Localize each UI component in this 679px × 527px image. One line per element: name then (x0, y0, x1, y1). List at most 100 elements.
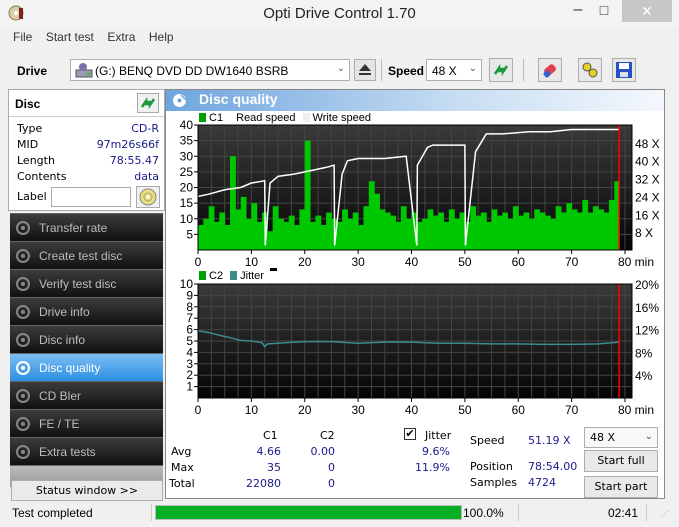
menu-extra[interactable]: Extra (102, 27, 140, 47)
x-tick-label: 10 (245, 403, 259, 417)
save-button[interactable] (612, 58, 636, 82)
menu-file[interactable]: File (8, 27, 37, 47)
minimize-button[interactable]: – (565, 0, 591, 22)
c1-bar (358, 225, 364, 250)
c1-bar (454, 218, 461, 250)
sidebar-item-create-test-disc[interactable]: Create test disc (10, 241, 163, 269)
sidebar-item-verify-test-disc[interactable]: Verify test disc (10, 269, 163, 297)
c1-bar (502, 212, 509, 250)
jitter-chart: 123456789100 10 20 30 40 50 60 70 80 min4%8%12%1… (180, 277, 660, 417)
status-bar: Test completed 100.0% 02:41 ⋰ (8, 503, 671, 523)
total-c1: 22080 (246, 477, 281, 490)
y-right-tick-label: 20% (635, 278, 659, 292)
c1-bar (283, 221, 290, 250)
drive-select[interactable]: (G:) BENQ DVD DD DW1640 BSRB ⌄ (70, 59, 350, 81)
disc-refresh-button[interactable] (137, 93, 159, 113)
disc-icon (16, 277, 30, 291)
c1-bar (294, 225, 300, 250)
c1-bar (235, 209, 242, 250)
sidebar-item-label: Disc info (39, 333, 86, 347)
sidebar-item-label: Drive info (39, 305, 90, 319)
save-icon (616, 62, 632, 78)
y-right-tick-label: 24 X (635, 190, 660, 204)
menu-start-test[interactable]: Start test (41, 27, 99, 47)
menu-help[interactable]: Help (144, 27, 179, 47)
erase-button[interactable] (538, 58, 562, 82)
close-button[interactable]: ✕ (622, 0, 672, 22)
settings-button[interactable] (578, 58, 602, 82)
resize-grip-icon[interactable]: ⋰ (661, 509, 669, 518)
c1-bar (203, 218, 210, 250)
c1-bar (230, 156, 236, 250)
max-jitter: 11.9% (415, 461, 450, 474)
disc-quality-panel: Disc quality C1 Read speed Write speed 5… (165, 89, 665, 499)
test-speed-select[interactable]: 48 X ⌄ (584, 427, 658, 448)
c1-bar (240, 196, 247, 250)
sidebar-item-drive-info[interactable]: Drive info (10, 297, 163, 325)
cd-icon (139, 188, 157, 206)
c1-bar (256, 221, 263, 250)
disc-icon (16, 305, 30, 319)
refresh-icon (140, 96, 156, 110)
status-window-button[interactable]: Status window >> (11, 480, 163, 501)
col-header-jitter: Jitter (425, 429, 452, 442)
x-tick-label: 0 (195, 255, 202, 269)
c1-bar (251, 203, 258, 250)
sidebar-item-fe-te[interactable]: FE / TE (10, 409, 163, 437)
speed-label: Speed (388, 64, 425, 78)
c1-bar (390, 215, 396, 250)
sidebar-item-label: Verify test disc (39, 277, 117, 291)
c1-bar (608, 200, 615, 250)
disc-title: Disc (15, 97, 41, 111)
y-tick-label: 35 (180, 134, 194, 148)
sidebar-item-extra-tests[interactable]: Extra tests (10, 437, 163, 465)
c1-bar (550, 218, 557, 250)
legend-marker (270, 268, 278, 271)
start-full-button[interactable]: Start full (584, 450, 658, 472)
c1-bar (603, 212, 610, 250)
row-label-avg: Avg (171, 445, 192, 458)
y-tick-label: 40 (180, 120, 194, 132)
sidebar-item-transfer-rate[interactable]: Transfer rate (10, 213, 163, 241)
c1-bar (379, 209, 386, 250)
speed-select[interactable]: 48 X ⌄ (426, 59, 482, 81)
jitter-checkbox[interactable]: ✔ (404, 428, 416, 440)
avg-c2: 0.00 (310, 445, 336, 458)
y-tick-label: 10 (180, 212, 194, 226)
c1-bar (480, 212, 487, 250)
refresh-drive-button[interactable] (489, 58, 513, 82)
col-header-c2: C2 (320, 429, 335, 442)
disc-icon (16, 221, 30, 235)
label-disc-button[interactable] (136, 186, 160, 208)
start-part-button[interactable]: Start part (584, 476, 658, 498)
max-c1: 35 (267, 461, 281, 474)
c1-bar (555, 206, 562, 250)
maximize-button[interactable]: □ (591, 0, 617, 22)
label-input[interactable] (51, 187, 131, 207)
c1-bar (320, 225, 327, 250)
disc-icon (16, 333, 30, 347)
chevron-down-icon: ⌄ (336, 63, 345, 74)
drive-label: Drive (17, 64, 48, 78)
divider (9, 116, 164, 117)
y-tick-label: 30 (180, 149, 194, 163)
progress-percent: 100.0% (463, 506, 504, 520)
sidebar-item-label: Create test disc (39, 249, 123, 263)
sidebar-item-disc-quality[interactable]: Disc quality (10, 353, 163, 381)
x-tick-label: 60 (512, 403, 526, 417)
c1-bar (587, 212, 594, 250)
left-panel: Disc Type CD-R MID 97m26s66f Length 78:5… (8, 89, 165, 501)
sidebar-item-disc-info[interactable]: Disc info (10, 325, 163, 353)
settings-icon (582, 62, 598, 78)
x-tick-label: 40 (405, 403, 419, 417)
y-tick-label: 25 (180, 165, 194, 179)
eject-button[interactable] (354, 59, 376, 81)
max-c2: 0 (328, 461, 335, 474)
x-tick-label: 20 (298, 403, 312, 417)
c1-bar (470, 206, 477, 250)
c1-bar (475, 215, 482, 250)
toolbar-divider (523, 59, 524, 81)
x-tick-label: 80 min (618, 255, 654, 269)
sidebar-item-cd-bler[interactable]: CD Bler (10, 381, 163, 409)
c1-bar (246, 218, 252, 250)
